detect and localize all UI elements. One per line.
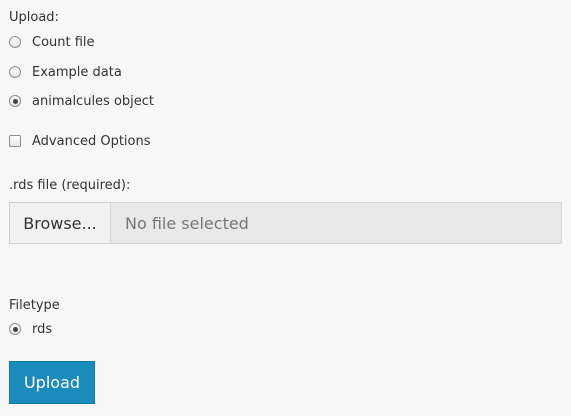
upload-panel: Upload: Count file Example data animalcu… (0, 0, 571, 416)
radio-example-data[interactable]: Example data (9, 63, 122, 81)
rds-file-label: .rds file (required): (9, 178, 131, 193)
upload-label: Upload: (9, 10, 59, 25)
radio-label: animalcules object (32, 93, 155, 109)
filetype-label: Filetype (9, 298, 60, 313)
radio-button-selected[interactable] (9, 323, 21, 335)
upload-button[interactable]: Upload (9, 361, 95, 404)
radio-button-selected[interactable] (9, 95, 21, 107)
advanced-options-checkbox[interactable] (9, 135, 21, 147)
radio-label: Count file (32, 34, 95, 50)
file-input-group[interactable]: Browse... No file selected (9, 202, 562, 244)
radio-count-file[interactable]: Count file (9, 33, 95, 51)
file-name-display: No file selected (111, 202, 562, 244)
advanced-options-checkbox-row[interactable]: Advanced Options (9, 132, 151, 150)
advanced-options-label: Advanced Options (32, 133, 151, 149)
radio-filetype-rds[interactable]: rds (9, 320, 52, 338)
radio-label: Example data (32, 64, 122, 80)
radio-button[interactable] (9, 66, 21, 78)
radio-label: rds (32, 321, 53, 337)
radio-button[interactable] (9, 36, 21, 48)
browse-button[interactable]: Browse... (9, 202, 111, 244)
radio-animalcules-object[interactable]: animalcules object (9, 92, 154, 110)
